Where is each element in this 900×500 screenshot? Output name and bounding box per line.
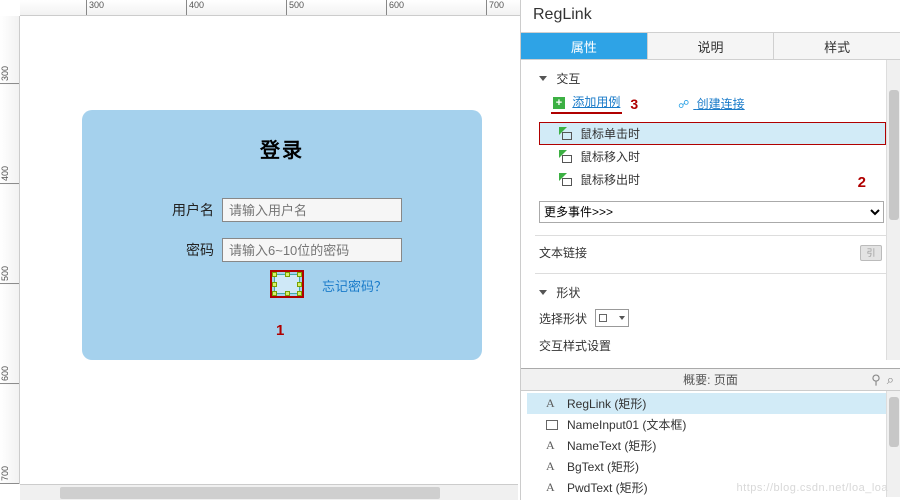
text-shape-icon (545, 439, 559, 452)
ruler-v-tick: 700 (0, 466, 20, 484)
text-shape-icon (545, 460, 559, 473)
password-input[interactable] (222, 238, 402, 262)
inspector-panel: RegLink 属性 说明 样式 交互 + 添加用例 3 ☍ 创建连接 (520, 0, 900, 500)
inspector-body: 交互 + 添加用例 3 ☍ 创建连接 鼠标单击时 鼠标移 (521, 60, 900, 360)
ruler-h-tick: 300 (86, 0, 104, 16)
selected-widget-name: RegLink (521, 0, 900, 32)
outline-header: 概要: 页面 ⚲ ⌕ (521, 369, 900, 391)
chevron-down-icon (619, 316, 625, 320)
more-events: 更多事件>>> (539, 201, 884, 223)
filter-icon[interactable]: ⚲ (871, 372, 881, 388)
tab-properties[interactable]: 属性 (521, 33, 648, 59)
text-shape-icon (545, 481, 559, 494)
canvas[interactable]: 登录 用户名 密码 忘记密码？ 1 (20, 16, 518, 484)
inspector-scrollbar[interactable] (886, 60, 900, 360)
divider (535, 235, 886, 236)
text-link-label: 文本链接 (539, 244, 587, 261)
event-icon (559, 150, 572, 163)
divider (535, 273, 886, 274)
ruler-h-tick: 600 (386, 0, 404, 16)
square-icon (599, 314, 607, 322)
ruler-v-tick: 300 (0, 66, 20, 84)
create-link-label: 创建连接 (697, 97, 745, 111)
shape-select-row: 选择形状 (521, 307, 900, 337)
password-label: 密码 (82, 240, 222, 260)
tab-style[interactable]: 样式 (774, 33, 900, 59)
outline-row[interactable]: NameText (矩形) (527, 435, 900, 456)
canvas-scrollbar-horizontal[interactable] (20, 484, 518, 500)
inspector-tabs: 属性 说明 样式 (521, 32, 900, 60)
annotation-2: 2 (858, 174, 866, 191)
outline-row[interactable]: BgText (矩形) (527, 456, 900, 477)
username-row: 用户名 (82, 198, 482, 222)
annotation-3: 3 (630, 96, 638, 112)
text-link-row: 文本链接 引 (521, 240, 900, 269)
event-onclick-label: 鼠标单击时 (580, 125, 640, 142)
add-case-label: 添加用例 (572, 95, 620, 109)
section-interaction-style: 交互样式设置 ↖ 鼠标悬停 (521, 337, 900, 360)
shape-dropdown[interactable] (595, 309, 629, 327)
canvas-area: 300 400 500 600 700 300 400 500 600 700 … (0, 0, 520, 500)
create-link-link[interactable]: ☍ 创建连接 (678, 95, 745, 112)
more-events-select[interactable]: 更多事件>>> (539, 201, 884, 223)
ruler-v-tick: 400 (0, 166, 20, 184)
search-icon[interactable]: ⌕ (887, 372, 894, 388)
ref-badge[interactable]: 引 (860, 245, 882, 261)
outline-list: RegLink (矩形) NameInput01 (文本框) NameText … (521, 391, 900, 497)
textfield-icon (545, 418, 559, 431)
outline-row-label: BgText (矩形) (567, 458, 639, 475)
forgot-password-link[interactable]: 忘记密码？ (322, 276, 387, 295)
scrollbar-thumb[interactable] (889, 397, 899, 447)
section-interactions: 交互 + 添加用例 3 ☍ 创建连接 (521, 60, 900, 122)
scrollbar-thumb[interactable] (889, 90, 899, 220)
tab-notes[interactable]: 说明 (648, 33, 775, 59)
ruler-v-tick: 500 (0, 266, 20, 284)
username-label: 用户名 (82, 200, 222, 220)
section-shape: 形状 (521, 278, 900, 307)
ruler-vertical: 300 400 500 600 700 (0, 16, 20, 484)
event-icon (559, 127, 572, 140)
outline-row-label: NameText (矩形) (567, 437, 656, 454)
link-icon: ☍ (678, 98, 689, 111)
password-row: 密码 (82, 238, 482, 262)
ruler-h-tick: 400 (186, 0, 204, 16)
chevron-down-icon (539, 290, 547, 295)
add-case-link[interactable]: + 添加用例 (551, 93, 622, 114)
event-onclick[interactable]: 鼠标单击时 (539, 122, 886, 145)
outline-row-label: NameInput01 (文本框) (567, 416, 686, 433)
ruler-v-tick: 600 (0, 366, 20, 384)
event-mouseleave[interactable]: 鼠标移出时 (539, 168, 886, 191)
outline-scrollbar[interactable] (886, 391, 900, 497)
outline-row-label: RegLink (矩形) (567, 395, 646, 412)
select-shape-label: 选择形状 (539, 310, 587, 327)
event-list: 鼠标单击时 鼠标移入时 鼠标移出时 (539, 122, 886, 191)
outline-row-label: PwdText (矩形) (567, 479, 648, 496)
event-mouseleave-label: 鼠标移出时 (580, 171, 640, 188)
outline-panel: 概要: 页面 ⚲ ⌕ RegLink (矩形) NameInput01 (文本框… (521, 368, 900, 500)
login-title: 登录 (82, 110, 482, 163)
annotation-1: 1 (276, 322, 284, 339)
event-mouseenter[interactable]: 鼠标移入时 (539, 145, 886, 168)
ruler-h-tick: 500 (286, 0, 304, 16)
ruler-horizontal: 300 400 500 600 700 (20, 0, 520, 16)
chevron-down-icon (539, 76, 547, 81)
ruler-h-tick: 700 (486, 0, 504, 16)
interaction-style-label: 交互样式设置 (539, 337, 886, 354)
outline-row[interactable]: PwdText (矩形) (527, 477, 900, 497)
plus-icon: + (553, 97, 565, 109)
section-interactions-header[interactable]: 交互 (539, 64, 886, 91)
section-interactions-label: 交互 (556, 72, 580, 86)
username-input[interactable] (222, 198, 402, 222)
add-case-row: + 添加用例 3 ☍ 创建连接 (539, 91, 886, 120)
section-shape-header[interactable]: 形状 (539, 278, 886, 305)
outline-row[interactable]: NameInput01 (文本框) (527, 414, 900, 435)
scrollbar-thumb[interactable] (60, 487, 440, 499)
selected-widget[interactable] (274, 274, 300, 294)
text-shape-icon (545, 397, 559, 410)
event-icon (559, 173, 572, 186)
section-shape-label: 形状 (556, 286, 580, 300)
event-mouseenter-label: 鼠标移入时 (580, 148, 640, 165)
outline-row[interactable]: RegLink (矩形) (527, 393, 900, 414)
outline-title: 概要: 页面 (683, 371, 738, 388)
